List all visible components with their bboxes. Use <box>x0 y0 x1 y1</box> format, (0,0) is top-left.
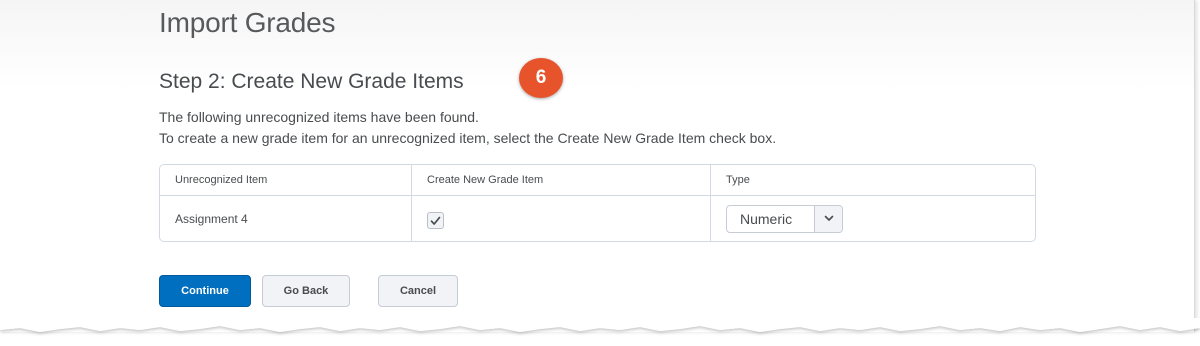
description-line-1: The following unrecognized items have be… <box>159 109 479 125</box>
go-back-button[interactable]: Go Back <box>262 275 350 307</box>
table-row: Assignment 4 Numeric <box>160 196 1035 241</box>
grade-type-select-value: Numeric <box>740 210 793 227</box>
select-arrow-button[interactable] <box>814 205 842 232</box>
continue-button[interactable]: Continue <box>159 275 251 307</box>
unrecognized-item-name: Assignment 4 <box>160 196 412 241</box>
table-header: Unrecognized Item Create New Grade Item … <box>160 165 1035 196</box>
create-new-cell <box>412 196 711 241</box>
column-header-create-new-grade-item: Create New Grade Item <box>412 165 711 195</box>
column-header-unrecognized-item: Unrecognized Item <box>160 165 412 195</box>
step-title: Step 2: Create New Grade Items <box>159 70 464 93</box>
grade-type-select[interactable]: Numeric <box>726 204 843 233</box>
cancel-button[interactable]: Cancel <box>378 275 458 307</box>
page-panel: Import Grades Step 2: Create New Grade I… <box>0 0 1195 332</box>
chevron-down-icon <box>824 215 833 221</box>
checkmark-icon <box>430 216 441 225</box>
description-line-2: To create a new grade item for an unreco… <box>159 130 777 146</box>
torn-paper-edge <box>0 318 1200 332</box>
page-title: Import Grades <box>159 7 336 38</box>
type-cell: Numeric <box>711 196 1035 241</box>
unrecognized-items-table: Unrecognized Item Create New Grade Item … <box>159 164 1036 242</box>
column-header-type: Type <box>726 174 750 186</box>
create-new-grade-item-checkbox[interactable] <box>427 212 444 229</box>
step-callout-badge: 6 <box>519 58 563 98</box>
